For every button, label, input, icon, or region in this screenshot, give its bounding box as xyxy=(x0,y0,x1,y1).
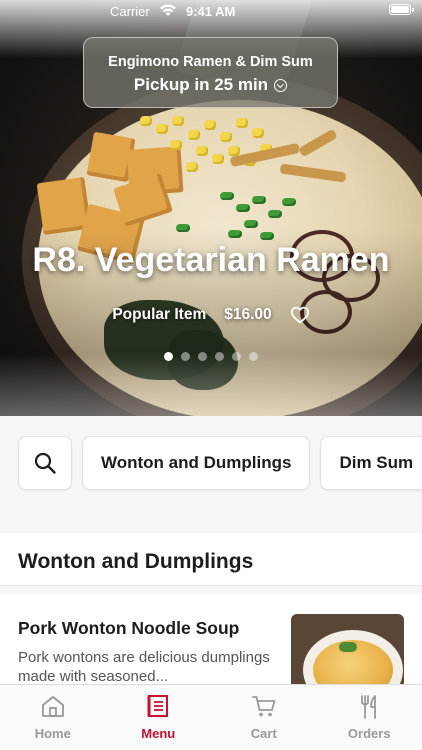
featured-item-price: $16.00 xyxy=(224,306,272,323)
menu-icon xyxy=(147,695,169,717)
menu-item-name: Pork Wonton Noodle Soup xyxy=(18,618,240,638)
tab-cart[interactable]: Cart xyxy=(211,685,317,750)
store-pickup-selector[interactable]: Engimono Ramen & Dim Sum Pickup in 25 mi… xyxy=(83,37,338,108)
tab-label: Home xyxy=(34,726,71,741)
menu-item-photo xyxy=(291,614,404,684)
search-icon xyxy=(34,452,56,474)
status-bar: Carrier 9:41 AM xyxy=(0,0,422,24)
section-title: Wonton and Dumplings xyxy=(18,550,254,573)
carousel-dot[interactable] xyxy=(181,352,190,361)
orders-icon xyxy=(361,695,377,719)
menu-item-description: Pork wontons are delicious dumplings mad… xyxy=(18,649,270,684)
tab-menu[interactable]: Menu xyxy=(106,685,212,750)
featured-item-meta: Popular Item $16.00 xyxy=(0,306,422,324)
hero-banner[interactable]: Carrier 9:41 AM Engimono Ramen & Dim Sum… xyxy=(0,0,422,416)
tab-label: Menu xyxy=(141,726,176,741)
battery-icon xyxy=(389,4,414,15)
tab-bar: Home Menu Cart Orders xyxy=(0,684,422,750)
home-icon xyxy=(41,696,64,717)
tab-home[interactable]: Home xyxy=(0,685,106,750)
carousel-dot[interactable] xyxy=(198,352,207,361)
carousel-dot[interactable] xyxy=(249,352,258,361)
search-button[interactable] xyxy=(18,436,72,490)
pickup-time: Pickup in 25 min xyxy=(133,75,269,94)
pickup-time-row: Pickup in 25 min xyxy=(84,75,337,95)
menu-item-card[interactable]: Pork Wonton Noodle Soup Pork wontons are… xyxy=(0,594,422,684)
carousel-dot[interactable] xyxy=(215,352,224,361)
carousel-dot[interactable] xyxy=(164,352,173,361)
wifi-icon xyxy=(160,4,176,16)
popular-tag: Popular Item xyxy=(112,306,207,323)
chevron-down-icon xyxy=(274,78,288,92)
featured-item-title: R8. Vegetarian Ramen xyxy=(32,241,390,279)
tab-orders[interactable]: Orders xyxy=(317,685,422,750)
carousel-indicator[interactable] xyxy=(0,352,422,361)
category-chip-wonton-dumplings[interactable]: Wonton and Dumplings xyxy=(82,436,311,490)
cart-icon xyxy=(251,696,276,717)
carousel-dot[interactable] xyxy=(232,352,241,361)
section-header: Wonton and Dumplings xyxy=(0,533,422,586)
clock: 9:41 AM xyxy=(186,4,236,19)
category-bar: Wonton and Dumplings Dim Sum xyxy=(18,436,422,490)
category-chip-dim-sum[interactable]: Dim Sum xyxy=(320,436,422,490)
heart-icon[interactable] xyxy=(290,306,310,324)
garnish xyxy=(339,642,357,652)
tab-label: Orders xyxy=(347,726,391,741)
tab-label: Cart xyxy=(250,726,277,741)
store-name: Engimono Ramen & Dim Sum xyxy=(108,54,313,70)
carrier-label: Carrier xyxy=(110,4,150,19)
